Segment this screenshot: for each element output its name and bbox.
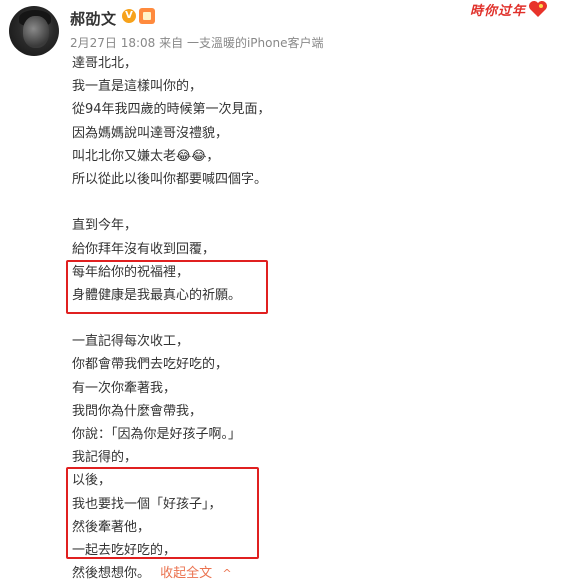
post-line: 因為媽媽說叫達哥沒禮貌，: [72, 125, 229, 141]
member-badge-icon: [139, 8, 155, 24]
post-line: 身體健康是我最真心的祈願。: [72, 287, 242, 303]
post-line: 然後想想你。: [72, 566, 151, 582]
post-meta: 2月27日 18:08 来自 一支溫暖的iPhone客户端: [70, 34, 323, 51]
avatar-face: [23, 16, 49, 48]
post-line: 你都會帶我們去吃好吃的，: [72, 357, 229, 373]
post-line: 我一直是這樣叫你的，: [72, 79, 203, 95]
post-line: 直到今年，: [72, 218, 138, 234]
post-line: 達哥北北，: [72, 56, 138, 71]
post-source: 来自 一支溫暖的iPhone客户端: [159, 36, 324, 50]
post-line: 給你拜年沒有收到回覆，: [72, 241, 216, 257]
post-line: 以後，: [72, 473, 112, 489]
post-time[interactable]: 2月27日 18:08: [70, 36, 155, 50]
post-line: 我問你為什麼會帶我，: [72, 403, 203, 419]
chevron-up-icon[interactable]: ^: [222, 562, 231, 585]
post-body: 達哥北北， 我一直是這樣叫你的， 從94年我四歲的時候第一次見面， 因為媽媽說叫…: [72, 52, 552, 585]
new-year-badge-text: 時你过年: [470, 3, 527, 19]
heart-icon: [529, 1, 547, 17]
post-line: 你說：「因為你是好孩子啊。」: [72, 427, 242, 442]
new-year-badge: 時你过年: [470, 0, 556, 19]
post-last-line: 然後想想你。 收起全文 ^: [72, 562, 552, 585]
post-line: 從94年我四歲的時候第一次見面，: [72, 102, 271, 118]
avatar[interactable]: [9, 6, 59, 56]
post-line: 我記得的，: [72, 450, 138, 466]
post-line: 所以從此以後叫你都要喊四個字。: [72, 171, 268, 187]
verified-badge-icon: V: [122, 9, 136, 23]
post-line: 叫北北你又嫌太老😂😂，: [72, 148, 220, 164]
post-line: 有一次你牽著我，: [72, 380, 177, 396]
post-line: 每年給你的祝福裡，: [72, 264, 190, 280]
collapse-text-link[interactable]: 收起全文: [160, 566, 212, 581]
post-line: 我也要找一個「好孩子」，: [72, 496, 222, 512]
username[interactable]: 郝劭文: [70, 8, 117, 29]
post-line: 然後牽著他，: [72, 519, 151, 535]
post-line: 一起去吃好吃的，: [72, 542, 177, 558]
post-line: 一直記得每次收工，: [72, 334, 190, 350]
